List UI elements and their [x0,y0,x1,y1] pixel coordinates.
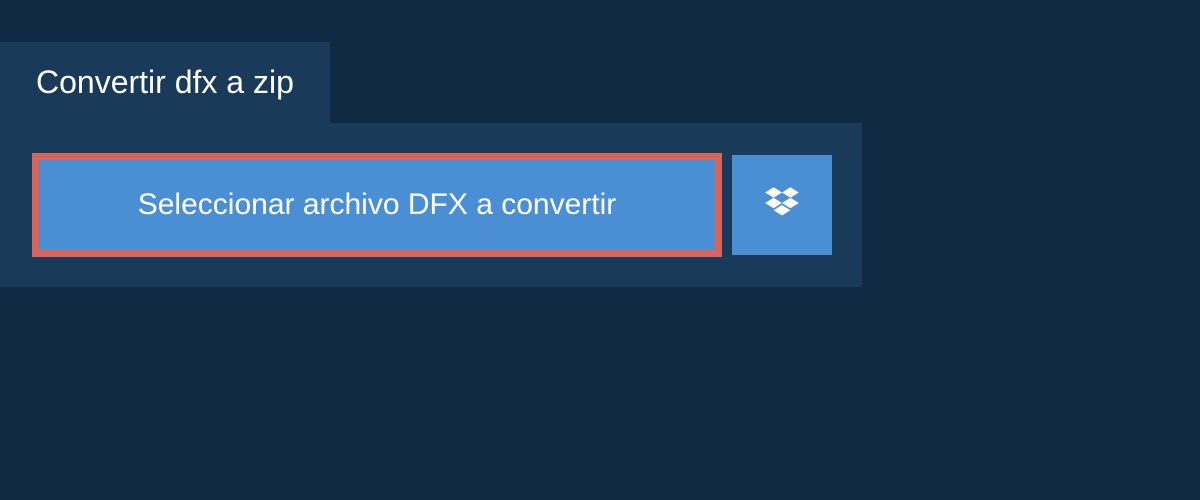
dropbox-icon [761,183,803,228]
upload-panel: Seleccionar archivo DFX a convertir [0,123,862,287]
page-title-text: Convertir dfx a zip [36,64,294,100]
page-title: Convertir dfx a zip [0,42,330,123]
select-file-button[interactable]: Seleccionar archivo DFX a convertir [32,153,722,257]
select-file-label: Seleccionar archivo DFX a convertir [138,188,617,221]
dropbox-button[interactable] [732,155,832,255]
